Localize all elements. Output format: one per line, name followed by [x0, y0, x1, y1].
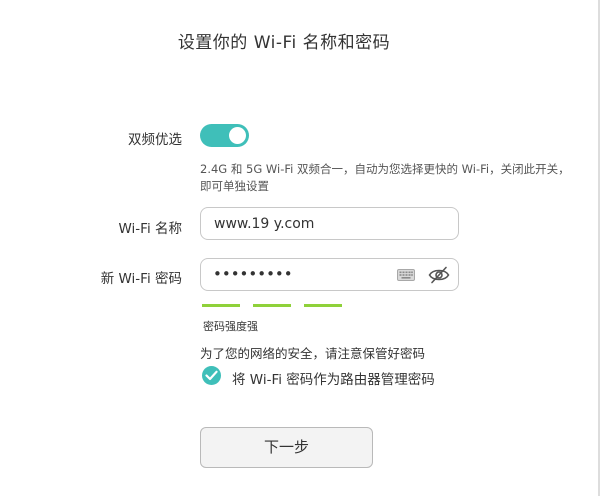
wifi-name-input[interactable]: www.19 y.com — [200, 207, 459, 240]
wifi-name-label: Wi-Fi 名称 — [118, 221, 183, 237]
admin-password-label[interactable]: 将 Wi-Fi 密码作为路由器管理密码 — [232, 368, 435, 388]
wifi-setup-page: 设置你的 Wi-Fi 名称和密码 双频优选 2.4G 和 5G Wi-Fi 双频… — [0, 0, 600, 496]
dual-band-description: 2.4G 和 5G Wi-Fi 双频合一，自动为您选择更快的 Wi-Fi，关闭此… — [200, 162, 570, 193]
page-title: 设置你的 Wi-Fi 名称和密码 — [177, 33, 391, 53]
wifi-password-label: 新 Wi-Fi 密码 — [100, 271, 182, 287]
toggle-knob — [229, 127, 246, 144]
strength-bar-3 — [304, 304, 342, 307]
next-button[interactable]: 下一步 — [200, 427, 373, 468]
eye-hidden-icon[interactable] — [428, 265, 450, 285]
wifi-password-value: ••••••••• — [213, 265, 293, 283]
checkmark-icon — [205, 370, 218, 381]
wifi-password-input[interactable]: ••••••••• — [200, 258, 459, 291]
keyboard-icon[interactable] — [397, 269, 415, 281]
wifi-name-value: www.19 y.com — [214, 216, 315, 232]
security-note: 为了您的网络的安全，请注意保管好密码 — [200, 346, 426, 361]
admin-password-checkbox[interactable] — [202, 366, 221, 385]
dual-band-toggle[interactable] — [200, 124, 249, 147]
password-strength-label: 密码强度强 — [203, 320, 258, 333]
strength-bar-2 — [253, 304, 291, 307]
strength-bar-1 — [202, 304, 240, 307]
dual-band-label: 双频优选 — [128, 132, 182, 148]
